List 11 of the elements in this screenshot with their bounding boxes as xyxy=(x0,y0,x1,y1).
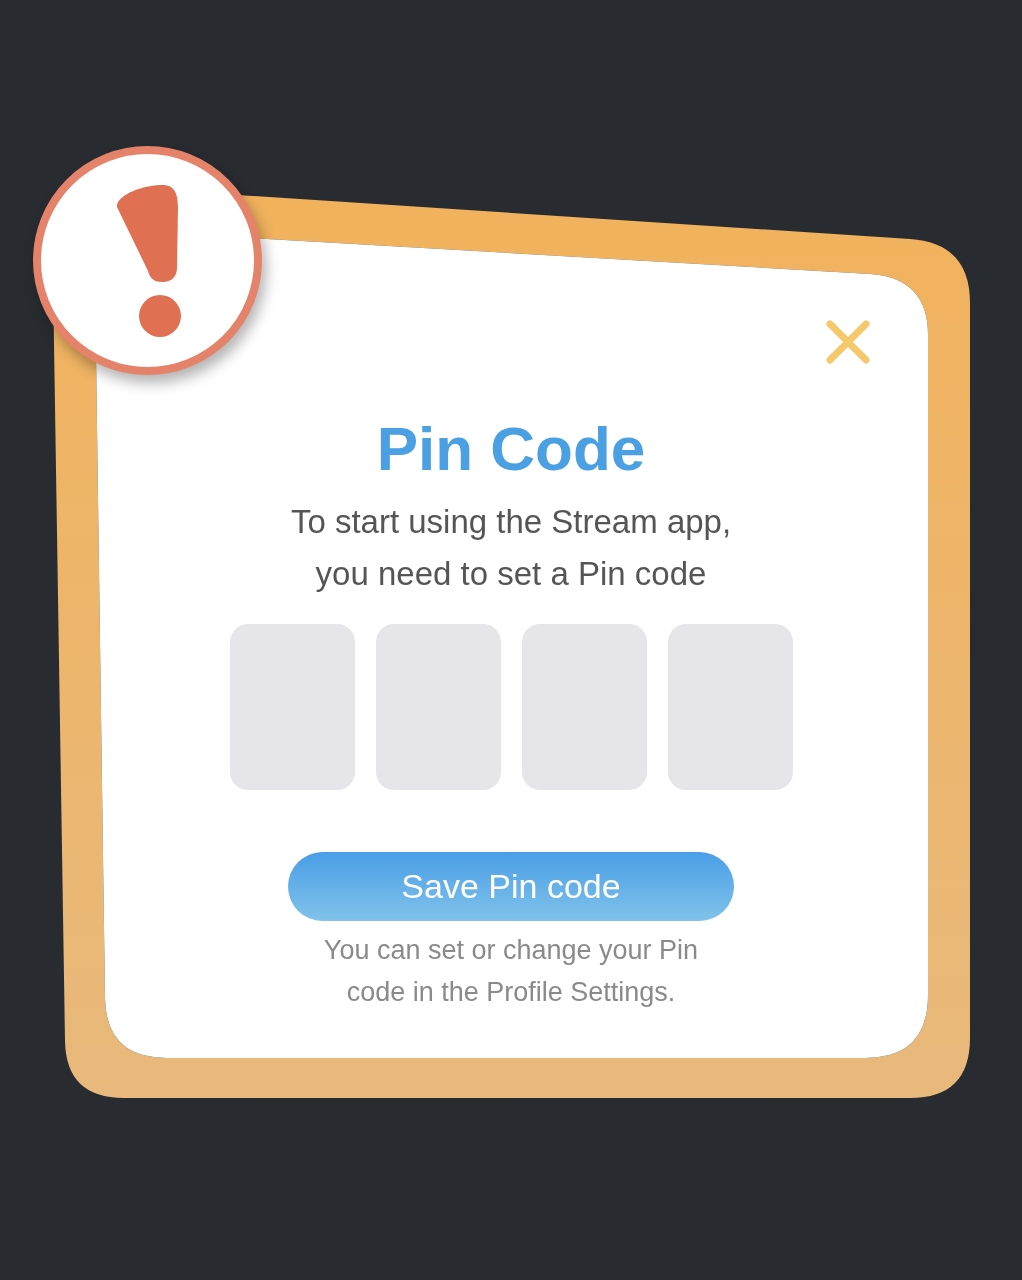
save-pin-button[interactable]: Save Pin code xyxy=(288,852,734,921)
settings-note: You can set or change your Pin code in the Profile Settings. xyxy=(323,934,699,1009)
close-button[interactable] xyxy=(826,320,870,364)
pin-input-field[interactable] xyxy=(667,624,793,790)
pin-input-field[interactable] xyxy=(521,624,647,790)
dialog-title: Pin Code xyxy=(376,413,646,485)
dialog-message: To start using the Stream app, you need to set a Pin code xyxy=(290,502,732,594)
exclamation-icon xyxy=(114,182,181,339)
pin-input-field[interactable] xyxy=(375,624,501,790)
close-icon xyxy=(826,320,870,364)
pin-input-field[interactable] xyxy=(229,624,355,790)
